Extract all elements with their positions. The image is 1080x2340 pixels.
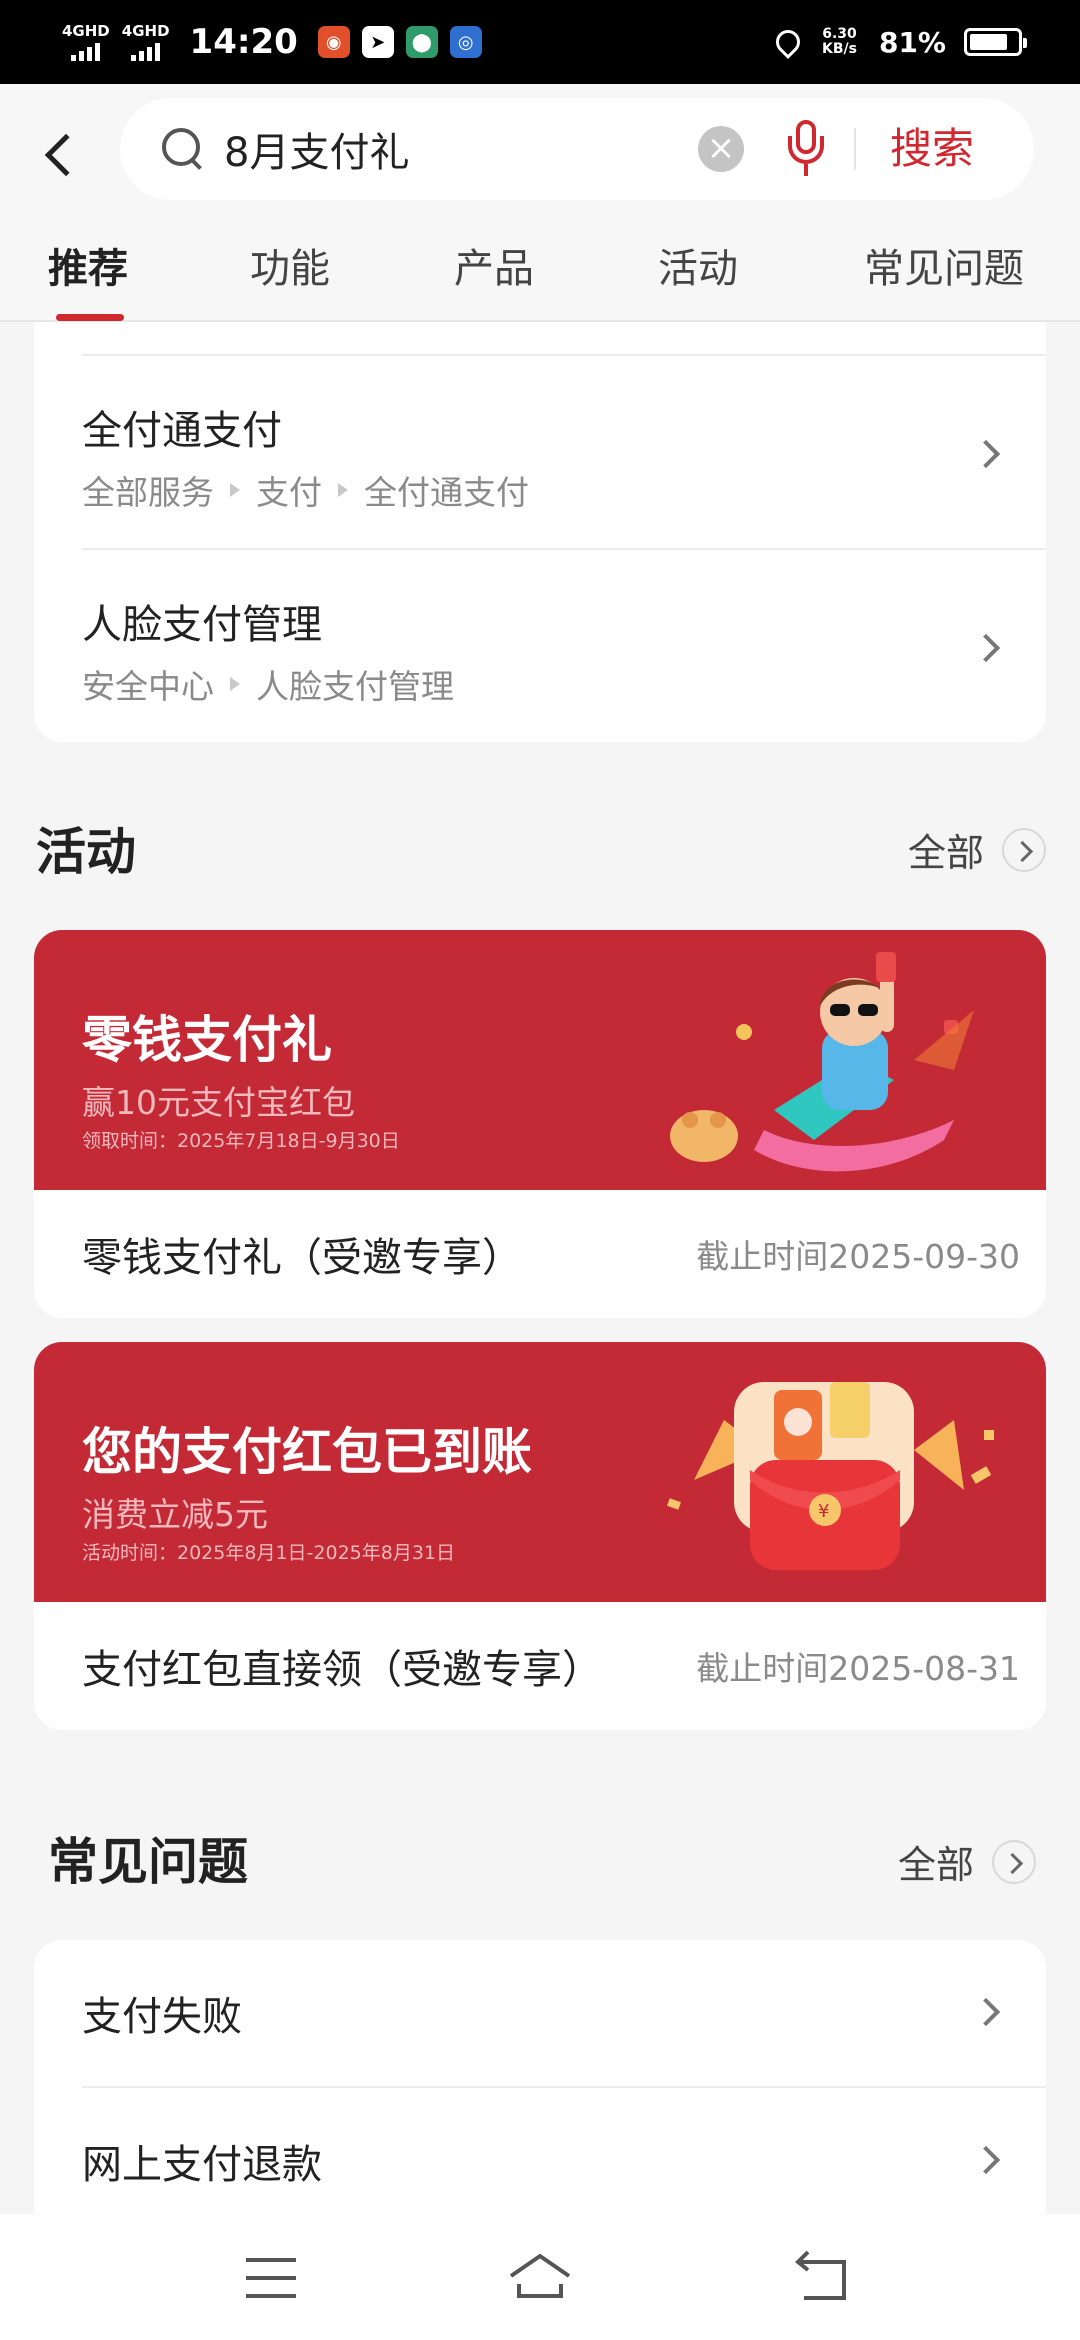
promo-title: 零钱支付礼 bbox=[82, 1011, 332, 1069]
network-type-2: 4GHD bbox=[121, 21, 170, 40]
tab-indicator bbox=[56, 314, 124, 321]
microphone-icon[interactable] bbox=[784, 120, 828, 178]
battery-percent: 81% bbox=[878, 25, 946, 59]
promo-date: 活动时间：2025年8月1日-2025年8月31日 bbox=[82, 1542, 456, 1564]
breadcrumb-arrow-icon bbox=[230, 677, 240, 691]
breadcrumb-arrow-icon bbox=[230, 483, 240, 497]
signal-icon: 4GHD bbox=[121, 21, 170, 61]
chevron-right-icon bbox=[971, 439, 1001, 469]
chevron-right-icon bbox=[971, 633, 1001, 663]
app-notification-icon: ◎ bbox=[449, 26, 482, 58]
promo-date: 领取时间：2025年7月18日-9月30日 bbox=[82, 1130, 400, 1152]
network-speed: 6.30 KB/s bbox=[822, 27, 857, 56]
tab-features[interactable]: 功能 bbox=[250, 224, 330, 322]
speed-value: 6.30 bbox=[822, 26, 857, 43]
faq-more-button[interactable]: 全部 bbox=[898, 1834, 1036, 1889]
search-button[interactable]: 搜索 bbox=[890, 116, 974, 182]
back-arrow-icon bbox=[44, 133, 88, 177]
search-divider bbox=[854, 128, 856, 170]
result-title: 人脸支付管理 bbox=[82, 602, 322, 648]
more-label: 全部 bbox=[907, 831, 984, 875]
faq-item[interactable]: 支付失败 bbox=[82, 1940, 1046, 2086]
status-time: 14:20 bbox=[189, 22, 298, 62]
location-icon bbox=[771, 25, 805, 59]
menu-icon[interactable] bbox=[234, 2240, 308, 2314]
battery-fill bbox=[970, 34, 1008, 50]
app-notification-icon: ⬤ bbox=[405, 26, 438, 58]
promo-subtitle: 赢10元支付宝红包 bbox=[82, 1083, 355, 1122]
network-type-1: 4GHD bbox=[62, 21, 110, 40]
breadcrumb-item: 全付通支付 bbox=[364, 473, 529, 512]
home-icon[interactable] bbox=[503, 2240, 577, 2314]
chevron-right-icon bbox=[971, 1997, 1001, 2027]
chevron-right-icon bbox=[1002, 827, 1046, 872]
breadcrumb-arrow-icon bbox=[338, 483, 348, 497]
breadcrumb-item: 人脸支付管理 bbox=[256, 667, 454, 706]
tab-faq[interactable]: 常见问题 bbox=[864, 224, 1024, 322]
result-item[interactable]: 全付通支付 全部服务 支付 全付通支付 bbox=[82, 356, 1046, 548]
search-box[interactable]: × 搜索 bbox=[120, 98, 1034, 200]
tab-activities[interactable]: 活动 bbox=[658, 224, 738, 322]
tab-products[interactable]: 产品 bbox=[454, 224, 534, 322]
red-envelope-illustration: ¥ bbox=[666, 1382, 994, 1570]
activity-name: 支付红包直接领（受邀专享） bbox=[82, 1647, 602, 1693]
activity-deadline: 截止时间2025-08-31 bbox=[696, 1649, 1020, 1688]
svg-text:¥: ¥ bbox=[818, 1501, 829, 1522]
breadcrumb-item: 安全中心 bbox=[82, 667, 214, 706]
tab-recommended[interactable]: 推荐 bbox=[48, 224, 128, 322]
search-icon bbox=[162, 128, 202, 168]
clear-icon[interactable]: × bbox=[698, 126, 744, 172]
more-label: 全部 bbox=[897, 1843, 974, 1887]
result-item[interactable]: 人脸支付管理 安全中心 人脸支付管理 bbox=[82, 550, 1046, 742]
breadcrumb: 全部服务 支付 全付通支付 bbox=[82, 466, 529, 514]
activity-card[interactable]: 您的支付红包已到账 消费立减5元 活动时间：2025年8月1日-2025年8月3… bbox=[34, 1342, 1046, 1730]
activity-name: 零钱支付礼（受邀专享） bbox=[82, 1235, 522, 1281]
chevron-right-icon bbox=[971, 2145, 1001, 2175]
activity-card[interactable]: 零钱支付礼 赢10元支付宝红包 领取时间：2025年7月18日-9月30日 零钱… bbox=[34, 930, 1046, 1318]
search-header: × 搜索 推荐 功能 产品 活动 常见问题 bbox=[0, 84, 1080, 322]
breadcrumb-item: 全部服务 bbox=[82, 473, 214, 512]
activity-deadline: 截止时间2025-09-30 bbox=[696, 1237, 1020, 1276]
system-nav-bar bbox=[0, 2214, 1080, 2340]
status-bar: 4GHD 4GHD 14:20 ◉ ➤ ⬤ ◎ 6.30 KB/s 81% bbox=[0, 0, 1080, 84]
back-nav-icon[interactable] bbox=[786, 2240, 860, 2314]
signal-icon: 4GHD bbox=[62, 21, 110, 61]
activity-footer: 零钱支付礼（受邀专享） 截止时间2025-09-30 bbox=[82, 1190, 1020, 1318]
battery-icon bbox=[964, 28, 1027, 56]
faq-item[interactable]: 网上支付退款 bbox=[82, 2088, 1046, 2234]
faq-item-label: 支付失败 bbox=[82, 1994, 242, 2040]
service-results-card: 全付通支付 全部服务 支付 全付通支付 人脸支付管理 安全中心 人脸支付管理 bbox=[34, 322, 1046, 742]
activities-more-button[interactable]: 全部 bbox=[908, 822, 1046, 877]
breadcrumb-item: 支付 bbox=[256, 473, 322, 512]
promo-title: 您的支付红包已到账 bbox=[82, 1423, 532, 1481]
speed-unit: KB/s bbox=[822, 41, 857, 57]
promo-illustration bbox=[670, 952, 974, 1172]
status-left: 4GHD 4GHD 14:20 ◉ ➤ ⬤ ◎ bbox=[62, 22, 482, 62]
promo-banner[interactable]: 零钱支付礼 赢10元支付宝红包 领取时间：2025年7月18日-9月30日 bbox=[34, 930, 1046, 1190]
status-right: 6.30 KB/s 81% bbox=[771, 25, 1027, 59]
back-button[interactable] bbox=[38, 124, 88, 186]
send-app-icon: ➤ bbox=[361, 26, 394, 58]
promo-subtitle: 消费立减5元 bbox=[82, 1495, 268, 1534]
promo-banner[interactable]: 您的支付红包已到账 消费立减5元 活动时间：2025年8月1日-2025年8月3… bbox=[34, 1342, 1046, 1602]
faq-card: 支付失败 网上支付退款 bbox=[34, 1940, 1046, 2240]
tab-bar: 推荐 功能 产品 活动 常见问题 bbox=[0, 224, 1080, 322]
faq-item-label: 网上支付退款 bbox=[82, 2142, 322, 2188]
chevron-right-icon bbox=[992, 1839, 1036, 1884]
breadcrumb: 安全中心 人脸支付管理 bbox=[82, 660, 454, 708]
result-title: 全付通支付 bbox=[82, 408, 282, 454]
activity-footer: 支付红包直接领（受邀专享） 截止时间2025-08-31 bbox=[82, 1602, 1020, 1730]
app-notification-icon: ◉ bbox=[317, 26, 350, 58]
faq-section-title: 常见问题 bbox=[48, 1833, 248, 1891]
activities-section-title: 活动 bbox=[36, 823, 136, 881]
